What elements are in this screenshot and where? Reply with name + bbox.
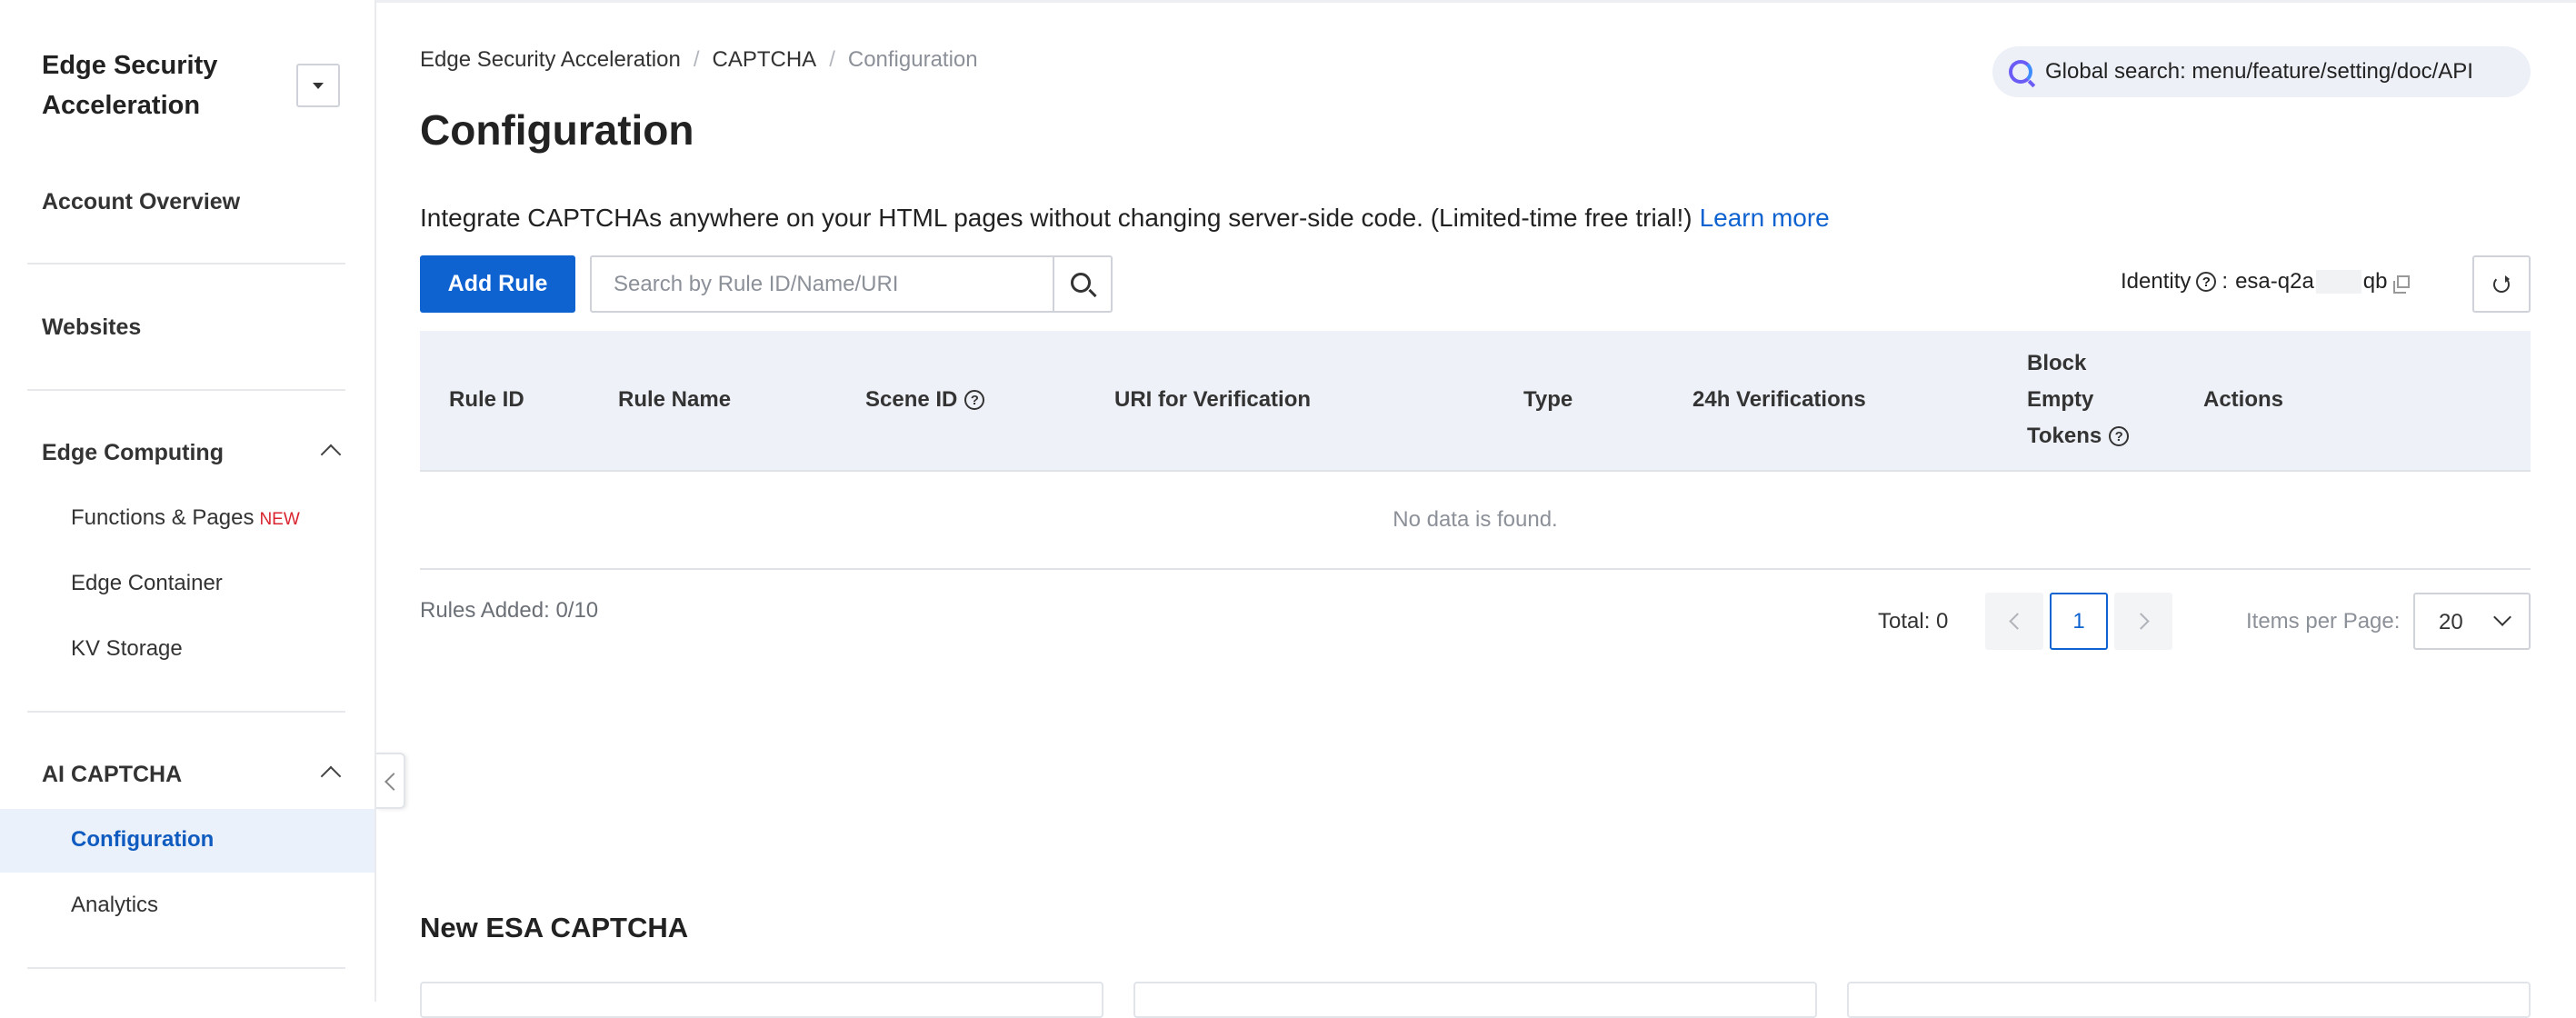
breadcrumb-item-product[interactable]: Edge Security Acceleration: [420, 47, 681, 72]
items-per-page-value: 20: [2439, 610, 2463, 634]
copy-icon[interactable]: [2392, 275, 2410, 294]
breadcrumb-separator: /: [829, 47, 835, 72]
next-page-button[interactable]: [2114, 593, 2172, 650]
prev-page-button[interactable]: [1985, 593, 2043, 650]
identity-value-suffix: qb: [2362, 269, 2388, 294]
sidebar-divider: [27, 967, 345, 969]
sidebar-divider: [27, 389, 345, 391]
top-border: [0, 0, 2576, 3]
column-header-block-empty-tokens: Block Empty Tokens?: [2027, 345, 2134, 454]
rule-search-input[interactable]: [592, 257, 1053, 311]
column-header-verifications: 24h Verifications: [1692, 387, 1866, 412]
sidebar-item-functions-pages[interactable]: Functions & Pages NEW: [71, 505, 300, 531]
table-header: Rule ID Rule Name Scene ID? URI for Veri…: [420, 331, 2531, 472]
ai-search-icon: [2009, 60, 2032, 84]
sidebar-item-label: Functions & Pages: [71, 505, 255, 530]
column-header-label-line: Empty: [2027, 387, 2094, 412]
global-search-button[interactable]: Global search: menu/feature/setting/doc/…: [1992, 46, 2531, 97]
column-header-label: Scene ID: [865, 387, 958, 412]
breadcrumb-item-current: Configuration: [847, 47, 978, 72]
masked-identity-segment: [2315, 270, 2361, 294]
items-per-page-select[interactable]: 20: [2413, 593, 2531, 650]
chevron-left-icon: [2008, 613, 2026, 630]
sidebar-item-kv-storage[interactable]: KV Storage: [71, 636, 183, 662]
sidebar-group-ai-captcha[interactable]: AI CAPTCHA: [42, 762, 182, 788]
refresh-icon: [2493, 274, 2510, 293]
column-header-scene-id: Scene ID?: [865, 382, 990, 418]
sidebar-item-analytics[interactable]: Analytics: [71, 893, 158, 918]
breadcrumb-item-captcha[interactable]: CAPTCHA: [713, 47, 817, 72]
chevron-down-icon: [2493, 608, 2511, 626]
captcha-card[interactable]: [1847, 982, 2531, 1018]
identity-value-prefix: esa-q2a: [2235, 269, 2314, 294]
product-switcher-button[interactable]: [296, 64, 340, 107]
search-icon: [1071, 272, 1091, 293]
sidebar-divider: [27, 263, 345, 264]
page-title: Configuration: [420, 106, 694, 154]
identity-info: Identity ? : esa-q2a qb: [2121, 269, 2410, 294]
column-header-rule-id: Rule ID: [449, 387, 524, 412]
sidebar-collapse-button[interactable]: [376, 753, 405, 809]
column-header-actions: Actions: [2203, 387, 2284, 412]
captcha-card[interactable]: [1133, 982, 1817, 1018]
table-empty-state: No data is found.: [420, 472, 2531, 570]
sidebar-group-edge-computing[interactable]: Edge Computing: [42, 440, 224, 466]
caret-down-icon: [313, 82, 324, 89]
captcha-card[interactable]: [420, 982, 1103, 1018]
section-title: New ESA CAPTCHA: [420, 912, 689, 943]
sidebar-divider: [27, 711, 345, 713]
page-number-button[interactable]: 1: [2050, 593, 2108, 650]
sidebar-item-edge-container[interactable]: Edge Container: [71, 571, 223, 596]
chevron-up-icon[interactable]: [320, 444, 342, 465]
learn-more-link[interactable]: Learn more: [1700, 204, 1830, 232]
column-header-type: Type: [1523, 387, 1573, 412]
new-badge: NEW: [259, 510, 300, 529]
rule-search-box: [590, 255, 1113, 313]
search-button[interactable]: [1053, 257, 1111, 311]
rules-added-count: Rules Added: 0/10: [420, 598, 599, 623]
breadcrumb-separator: /: [693, 47, 700, 72]
chevron-right-icon: [2132, 613, 2150, 630]
refresh-button[interactable]: [2472, 255, 2531, 313]
sidebar: Edge Security Acceleration Account Overv…: [0, 0, 376, 1002]
add-rule-button[interactable]: Add Rule: [420, 255, 575, 313]
column-header-uri: URI for Verification: [1114, 387, 1312, 412]
identity-separator: :: [2222, 269, 2229, 294]
help-icon[interactable]: ?: [964, 390, 985, 410]
breadcrumb: Edge Security Acceleration / CAPTCHA / Confi…: [420, 47, 978, 73]
column-header-label-line-wrap: Tokens?: [2027, 418, 2134, 454]
column-header-rule-name: Rule Name: [618, 387, 732, 412]
total-count: Total: 0: [1878, 609, 1949, 634]
help-icon[interactable]: ?: [2196, 272, 2217, 292]
identity-label: Identity: [2121, 269, 2192, 294]
sidebar-product-title: Edge Security Acceleration: [42, 51, 218, 120]
sidebar-item-websites[interactable]: Websites: [42, 314, 141, 341]
items-per-page-label: Items per Page:: [2246, 609, 2401, 634]
sidebar-item-account-overview[interactable]: Account Overview: [42, 189, 240, 215]
chevron-up-icon[interactable]: [320, 765, 342, 787]
help-icon[interactable]: ?: [2109, 426, 2130, 446]
column-header-label-line: Tokens: [2027, 424, 2102, 448]
global-search-label: Global search: menu/feature/setting/doc/…: [2045, 59, 2473, 84]
sidebar-item-configuration[interactable]: Configuration: [71, 827, 214, 853]
column-header-label-line: Block: [2027, 351, 2087, 375]
intro-text: Integrate CAPTCHAs anywhere on your HTML…: [420, 204, 1692, 232]
page-intro: Integrate CAPTCHAs anywhere on your HTML…: [420, 204, 1830, 233]
